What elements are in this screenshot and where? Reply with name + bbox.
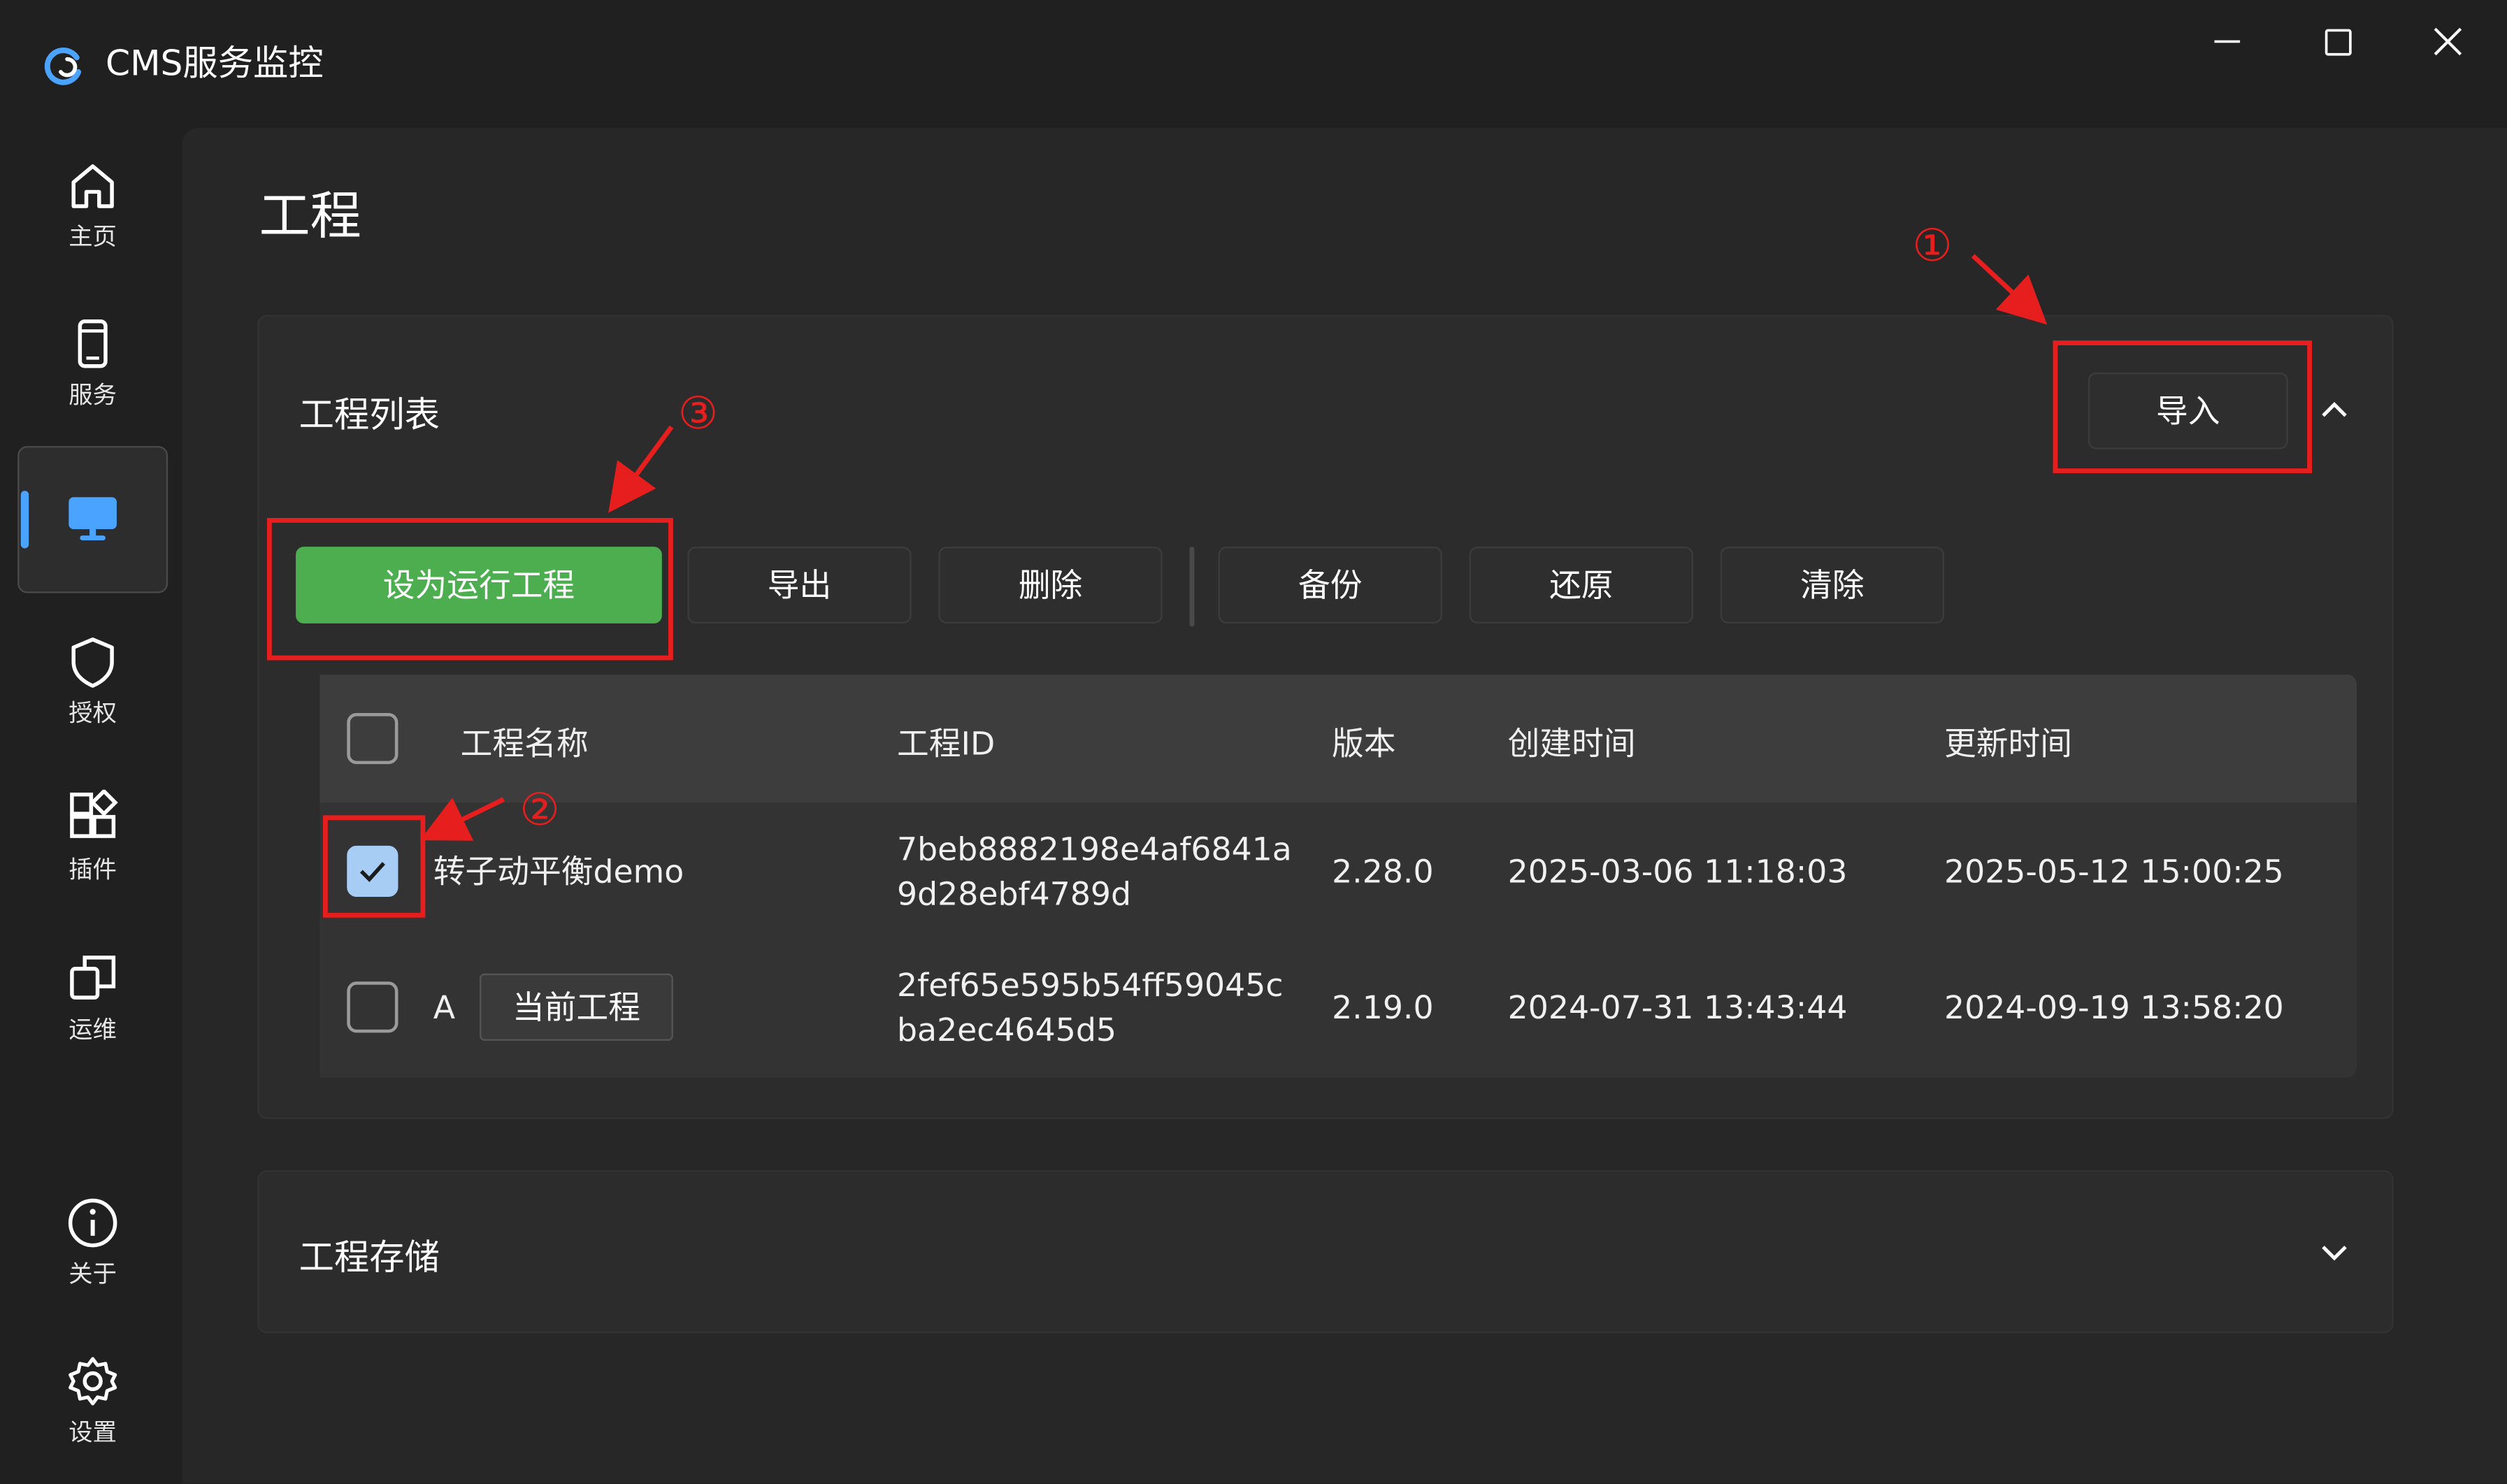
- annotation-arrow-2: [419, 797, 505, 841]
- annotation-arrow-3: [608, 425, 674, 513]
- annotation-arrow-1: [1971, 254, 2048, 325]
- annotation-arrows: [419, 254, 2048, 841]
